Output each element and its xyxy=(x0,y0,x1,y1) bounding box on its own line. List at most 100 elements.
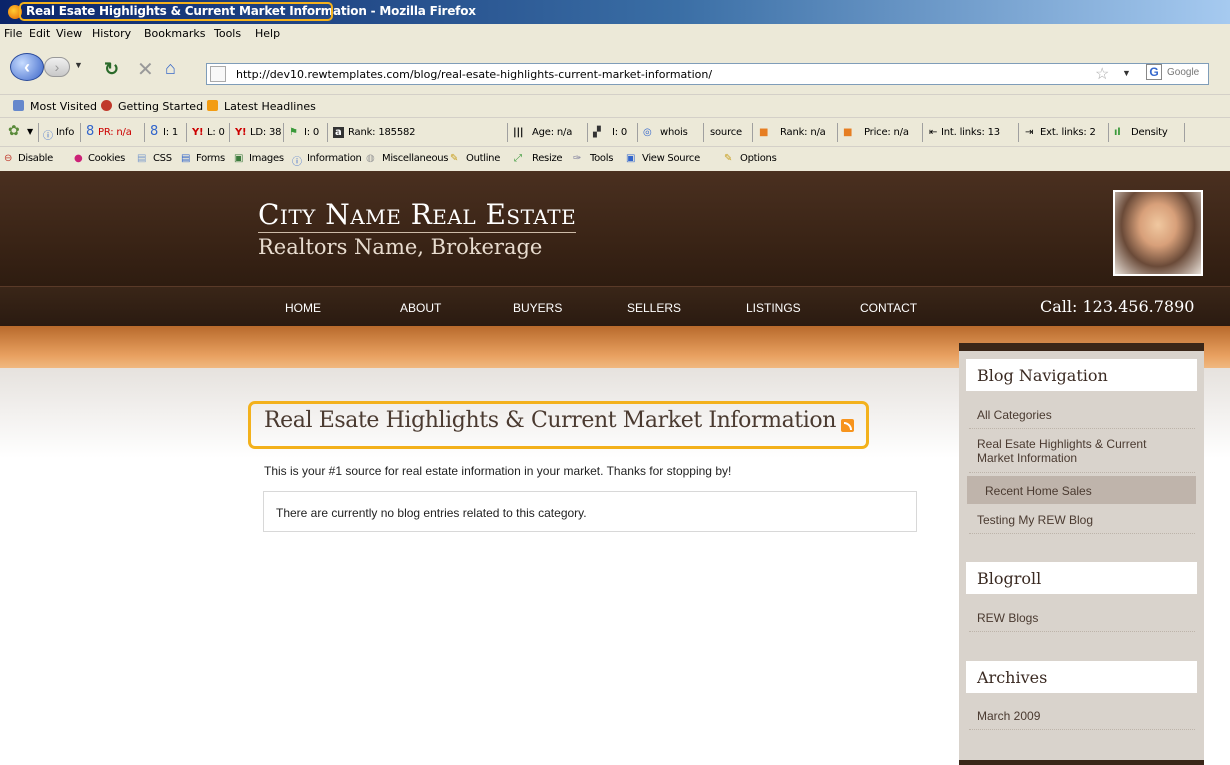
seo-ld[interactable]: LD: 38 xyxy=(250,127,282,138)
sidebar-item-march-2009[interactable]: March 2009 xyxy=(977,709,1040,723)
msn-icon: ⚑ xyxy=(289,127,298,138)
sidebar-item-rew-blogs[interactable]: REW Blogs xyxy=(977,611,1038,625)
menu-help[interactable]: Help xyxy=(255,27,280,40)
nav-sellers[interactable]: SELLERS xyxy=(627,301,681,315)
dev-images[interactable]: Images xyxy=(249,153,284,164)
page-icon xyxy=(210,66,226,82)
dev-information[interactable]: Information xyxy=(307,153,362,164)
dev-disable[interactable]: Disable xyxy=(18,153,53,164)
yahoo-links-icon: Y! xyxy=(192,127,204,138)
nav-about[interactable]: ABOUT xyxy=(400,301,441,315)
forward-button[interactable]: › xyxy=(44,57,70,77)
url-bar[interactable]: http://dev10.rewtemplates.com/blog/real-… xyxy=(206,63,1209,85)
seo-index-0b[interactable]: I: 0 xyxy=(612,127,627,138)
getting-started-icon xyxy=(101,100,112,111)
dev-css[interactable]: CSS xyxy=(153,153,172,164)
sidebar-item-real-estate-highlights[interactable]: Real Esate Highlights & Current Market I… xyxy=(977,437,1177,465)
external-links-icon: ⇥ xyxy=(1025,127,1034,138)
seo-pr[interactable]: PR: n/a xyxy=(98,127,132,138)
bookmark-latest-headlines[interactable]: Latest Headlines xyxy=(224,100,316,113)
sidebar-divider xyxy=(969,729,1195,730)
seo-index-0a[interactable]: I: 0 xyxy=(304,127,319,138)
phone-number: Call: 123.456.7890 xyxy=(1040,297,1195,316)
archives-title: Archives xyxy=(977,668,1048,687)
bookmarks-toolbar: Most Visited Getting Started Latest Head… xyxy=(0,94,1230,117)
dev-cookies[interactable]: Cookies xyxy=(88,153,125,164)
internal-links-icon: ⇤ xyxy=(929,127,938,138)
search-box[interactable]: G Google xyxy=(1146,64,1208,82)
seo-whois[interactable]: whois xyxy=(660,127,688,138)
back-button[interactable]: ‹ xyxy=(10,53,44,81)
url-text[interactable]: http://dev10.rewtemplates.com/blog/real-… xyxy=(236,68,712,81)
sidebar-item-all-categories[interactable]: All Categories xyxy=(977,408,1052,422)
dev-outline[interactable]: Outline xyxy=(466,153,500,164)
density-icon: ıl xyxy=(1114,127,1121,138)
rss-feed-icon xyxy=(207,100,218,111)
stop-icon[interactable]: ✕ xyxy=(137,57,154,82)
seo-price[interactable]: Price: n/a xyxy=(864,127,909,138)
seo-ext-links[interactable]: Ext. links: 2 xyxy=(1040,127,1096,138)
menu-bookmarks[interactable]: Bookmarks xyxy=(144,27,205,40)
dev-miscellaneous[interactable]: Miscellaneous xyxy=(382,153,449,164)
site-title-text[interactable]: City Name Real Estate xyxy=(258,198,576,231)
site-title[interactable]: City Name Real Estate xyxy=(258,198,577,233)
whois-icon: ◎ xyxy=(643,127,652,138)
seo-rank[interactable]: Rank: 185582 xyxy=(348,127,416,138)
nav-home[interactable]: HOME xyxy=(285,301,321,315)
sidebar-bottom-border xyxy=(959,760,1204,765)
home-icon[interactable]: ⌂ xyxy=(165,58,176,79)
dev-options[interactable]: Options xyxy=(740,153,777,164)
bookmark-getting-started[interactable]: Getting Started xyxy=(118,100,203,113)
rss-icon[interactable] xyxy=(841,419,854,432)
menu-tools[interactable]: Tools xyxy=(214,27,241,40)
options-icon: ✎ xyxy=(724,153,733,164)
miscellaneous-icon: ◍ xyxy=(366,153,375,164)
seo-density[interactable]: Density xyxy=(1131,127,1168,138)
seo-rank-na[interactable]: Rank: n/a xyxy=(780,127,826,138)
dev-view-source[interactable]: View Source xyxy=(642,153,700,164)
site-header xyxy=(0,171,1230,286)
bookmark-star-icon[interactable]: ☆ xyxy=(1095,64,1109,84)
seo-toolbar: ✿ ▼ ⓘ Info 8 PR: n/a 8 I: 1 Y! L: 0 Y! L… xyxy=(0,117,1230,147)
google-icon[interactable]: G xyxy=(1146,64,1162,80)
seo-info[interactable]: Info xyxy=(56,127,74,138)
nav-contact[interactable]: CONTACT xyxy=(860,301,917,315)
dev-resize[interactable]: Resize xyxy=(532,153,563,164)
price-icon: ■ xyxy=(843,127,853,138)
menu-file[interactable]: File xyxy=(4,27,22,40)
outline-icon: ✎ xyxy=(450,153,459,164)
seo-int-links[interactable]: Int. links: 13 xyxy=(941,127,1000,138)
blogroll-title: Blogroll xyxy=(977,569,1042,588)
navigation-toolbar: ‹ › ▼ ↻ ✕ ⌂ http://dev10.rewtemplates.co… xyxy=(0,44,1230,94)
reload-icon[interactable]: ↻ xyxy=(104,59,119,80)
history-dropdown-icon[interactable]: ▼ xyxy=(74,60,83,70)
yahoo-ld-icon: Y! xyxy=(235,127,247,138)
menu-history[interactable]: History xyxy=(92,27,131,40)
sidebar-divider xyxy=(969,472,1195,473)
category-description: This is your #1 source for real estate i… xyxy=(264,464,732,478)
nav-buyers[interactable]: BUYERS xyxy=(513,301,562,315)
bookmark-most-visited[interactable]: Most Visited xyxy=(30,100,97,113)
sidebar-item-recent-home-sales[interactable]: Recent Home Sales xyxy=(985,484,1092,498)
most-visited-icon xyxy=(13,100,24,111)
seo-source[interactable]: source xyxy=(710,127,742,138)
seoquake-icon[interactable]: ✿ xyxy=(8,123,20,139)
dev-forms[interactable]: Forms xyxy=(196,153,225,164)
dev-tools[interactable]: Tools xyxy=(590,153,613,164)
sidebar-divider xyxy=(969,533,1195,534)
nav-listings[interactable]: LISTINGS xyxy=(746,301,801,315)
seo-age[interactable]: Age: n/a xyxy=(532,127,572,138)
menu-view[interactable]: View xyxy=(56,27,82,40)
menu-edit[interactable]: Edit xyxy=(29,27,50,40)
search-placeholder[interactable]: Google xyxy=(1167,67,1199,78)
information-icon: ⓘ xyxy=(292,157,302,168)
forms-icon: ▤ xyxy=(181,153,191,164)
url-dropdown-icon[interactable]: ▼ xyxy=(1122,68,1131,78)
seo-links[interactable]: L: 0 xyxy=(207,127,225,138)
seo-index-1[interactable]: I: 1 xyxy=(163,127,178,138)
disable-icon: ⊖ xyxy=(4,153,13,164)
seoquake-dropdown-icon[interactable]: ▼ xyxy=(27,127,33,136)
cookies-icon: ● xyxy=(74,153,83,164)
sidebar-item-testing-blog[interactable]: Testing My REW Blog xyxy=(977,513,1093,527)
resize-icon: ⤢ xyxy=(514,153,522,164)
